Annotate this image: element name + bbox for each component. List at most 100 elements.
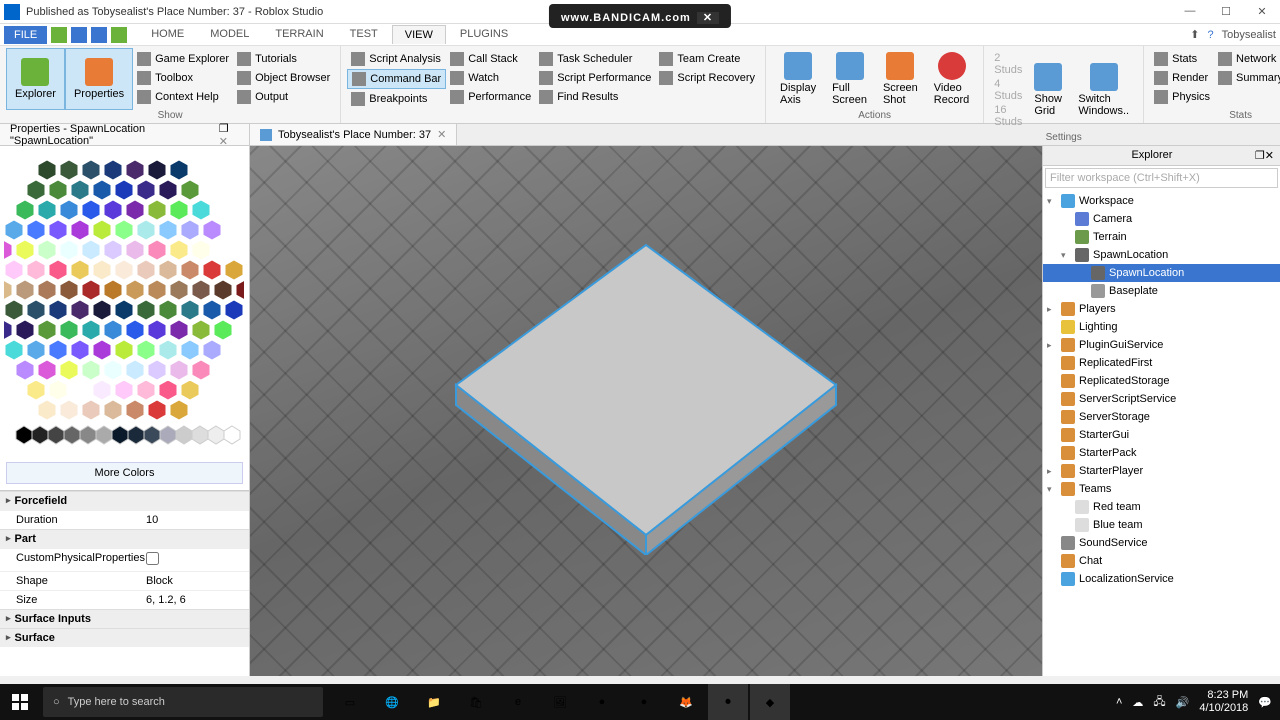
tree-node-serverscriptservice[interactable]: ServerScriptService — [1043, 390, 1280, 408]
tree-node-localizationservice[interactable]: LocalizationService — [1043, 570, 1280, 588]
full-screen-button[interactable]: Full Screen — [824, 48, 875, 110]
studs-option[interactable]: 4 Studs — [994, 78, 1022, 102]
tree-node-soundservice[interactable]: SoundService — [1043, 534, 1280, 552]
file-explorer-app[interactable]: 📁 — [414, 684, 454, 720]
tutorials-button[interactable]: Tutorials — [233, 50, 334, 68]
tree-node-lighting[interactable]: Lighting — [1043, 318, 1280, 336]
tree-node-baseplate[interactable]: Baseplate — [1043, 282, 1280, 300]
performance-button[interactable]: Performance — [446, 88, 535, 106]
taskbar-clock[interactable]: 8:23 PM4/10/2018 — [1199, 689, 1248, 715]
team-create-button[interactable]: Team Create — [655, 50, 759, 68]
property-row[interactable]: ShapeBlock — [0, 571, 249, 590]
color-picker[interactable]: More Colors — [0, 146, 249, 491]
close-button[interactable]: ✕ — [1248, 5, 1276, 18]
username[interactable]: Tobysealist — [1222, 29, 1276, 41]
display-axis-button[interactable]: Display Axis — [772, 48, 824, 110]
task-view-button[interactable]: ▭ — [330, 684, 370, 720]
close-icon[interactable]: ✕ — [437, 128, 446, 141]
tree-node-replicatedfirst[interactable]: ReplicatedFirst — [1043, 354, 1280, 372]
tree-node-startergui[interactable]: StarterGui — [1043, 426, 1280, 444]
spawn-location-part[interactable] — [446, 235, 846, 555]
property-category[interactable]: Part — [0, 529, 249, 548]
property-category[interactable]: Forcefield — [0, 491, 249, 510]
firefox-app[interactable]: 🦊 — [666, 684, 706, 720]
roblox-studio-app[interactable]: ◆ — [750, 684, 790, 720]
store-app[interactable]: 🛍 — [456, 684, 496, 720]
tree-node-starterplayer[interactable]: ▸StarterPlayer — [1043, 462, 1280, 480]
popout-icon[interactable]: ❐ — [219, 123, 229, 135]
call-stack-button[interactable]: Call Stack — [446, 50, 535, 68]
photos-app[interactable]: 🖼 — [540, 684, 580, 720]
render-button[interactable]: Render — [1150, 69, 1214, 87]
video-record-button[interactable]: Video Record — [926, 48, 977, 110]
tree-node-spawnlocation[interactable]: ▾SpawnLocation — [1043, 246, 1280, 264]
start-button[interactable] — [0, 684, 40, 720]
show-grid-button[interactable]: Show Grid — [1026, 48, 1070, 132]
upgrade-icon[interactable]: ⬆ — [1190, 28, 1199, 41]
file-menu[interactable]: FILE — [4, 26, 47, 44]
tree-node-teams[interactable]: ▾Teams — [1043, 480, 1280, 498]
switch-windows-button[interactable]: Switch Windows.. — [1070, 48, 1137, 132]
tree-node-terrain[interactable]: Terrain — [1043, 228, 1280, 246]
tab-view[interactable]: VIEW — [392, 25, 446, 44]
app-icon[interactable]: ● — [624, 684, 664, 720]
tab-plugins[interactable]: PLUGINS — [448, 25, 520, 44]
watch-button[interactable]: Watch — [446, 69, 535, 87]
tree-node-blue-team[interactable]: Blue team — [1043, 516, 1280, 534]
taskbar-search[interactable]: ○Type here to search — [43, 687, 323, 717]
property-row[interactable]: Size6, 1.2, 6 — [0, 590, 249, 609]
3d-viewport[interactable] — [250, 146, 1042, 676]
tree-node-workspace[interactable]: ▾Workspace — [1043, 192, 1280, 210]
tree-node-red-team[interactable]: Red team — [1043, 498, 1280, 516]
physics-button[interactable]: Physics — [1150, 88, 1214, 106]
redo-icon[interactable] — [91, 27, 107, 43]
property-row[interactable]: CustomPhysicalProperties — [0, 548, 249, 571]
undo-icon[interactable] — [71, 27, 87, 43]
tree-node-starterpack[interactable]: StarterPack — [1043, 444, 1280, 462]
script-recovery-button[interactable]: Script Recovery — [655, 69, 759, 87]
chrome-app[interactable]: 🌐 — [372, 684, 412, 720]
tree-node-camera[interactable]: Camera — [1043, 210, 1280, 228]
tree-node-serverstorage[interactable]: ServerStorage — [1043, 408, 1280, 426]
tab-home[interactable]: HOME — [139, 25, 196, 44]
tree-node-spawnlocation[interactable]: SpawnLocation — [1043, 264, 1280, 282]
tree-node-replicatedstorage[interactable]: ReplicatedStorage — [1043, 372, 1280, 390]
checkbox[interactable] — [146, 552, 159, 565]
game-explorer-button[interactable]: Game Explorer — [133, 50, 233, 68]
command-bar-button[interactable]: Command Bar — [347, 69, 446, 89]
property-category[interactable]: Surface Inputs — [0, 609, 249, 628]
tree-node-pluginguiservice[interactable]: ▸PluginGuiService — [1043, 336, 1280, 354]
find-results-button[interactable]: Find Results — [535, 88, 655, 106]
explorer-button[interactable]: Explorer — [6, 48, 65, 110]
studs-option[interactable]: 2 Studs — [994, 52, 1022, 76]
filter-input[interactable]: Filter workspace (Ctrl+Shift+X) — [1045, 168, 1278, 188]
network-button[interactable]: Network — [1214, 50, 1280, 68]
properties-button[interactable]: Properties — [65, 48, 133, 110]
help-icon[interactable]: ? — [1207, 29, 1213, 41]
property-category[interactable]: Surface — [0, 628, 249, 647]
tab-test[interactable]: TEST — [338, 25, 390, 44]
app-icon[interactable]: ● — [582, 684, 622, 720]
breakpoints-button[interactable]: Breakpoints — [347, 90, 446, 108]
play-icon[interactable] — [111, 27, 127, 43]
onedrive-icon[interactable]: ☁ — [1132, 696, 1143, 709]
toolbox-button[interactable]: Toolbox — [133, 69, 233, 87]
popout-icon[interactable]: ❐ — [1255, 149, 1265, 162]
tree-node-chat[interactable]: Chat — [1043, 552, 1280, 570]
tray-chevron-icon[interactable]: ˄ — [1116, 696, 1122, 708]
script-performance-button[interactable]: Script Performance — [535, 69, 655, 87]
edge-app[interactable]: e — [498, 684, 538, 720]
script-analysis-button[interactable]: Script Analysis — [347, 50, 446, 68]
output-button[interactable]: Output — [233, 88, 334, 106]
close-icon[interactable]: ✕ — [1265, 149, 1274, 162]
summary-button[interactable]: Summary — [1214, 69, 1280, 87]
place-tab[interactable]: Tobysealist's Place Number: 37 ✕ — [250, 124, 457, 145]
stats-button[interactable]: Stats — [1150, 50, 1214, 68]
maximize-button[interactable]: ☐ — [1212, 5, 1240, 18]
bandicam-app[interactable]: ⏺ — [708, 684, 748, 720]
save-icon[interactable] — [51, 27, 67, 43]
minimize-button[interactable]: — — [1176, 5, 1204, 18]
studs-option[interactable]: 16 Studs — [994, 104, 1022, 128]
task-scheduler-button[interactable]: Task Scheduler — [535, 50, 655, 68]
properties-tab[interactable]: Properties - SpawnLocation "SpawnLocatio… — [0, 124, 250, 145]
